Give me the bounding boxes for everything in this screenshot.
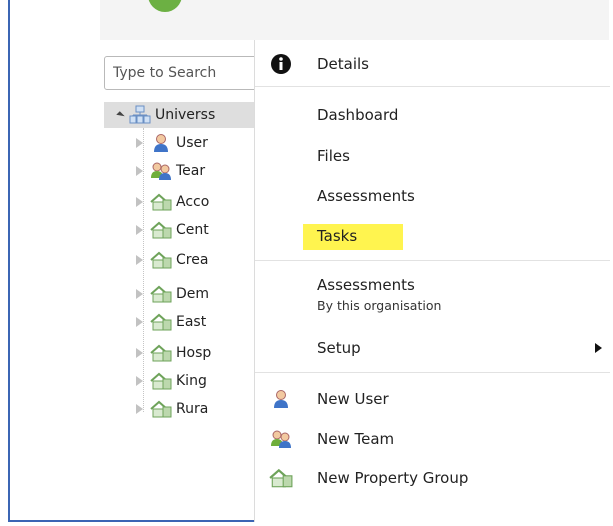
tree-item-label: Acco xyxy=(176,194,210,210)
property-group-icon xyxy=(150,399,172,419)
team-icon xyxy=(269,428,293,450)
menu-item-details[interactable]: Details xyxy=(255,52,610,76)
menu-label: Assessments xyxy=(317,276,415,294)
tree-item-label: King xyxy=(176,373,207,389)
collapse-triangle-icon[interactable] xyxy=(136,225,143,235)
tree-item-property[interactable]: Hosp xyxy=(136,341,211,365)
menu-label: New Team xyxy=(317,430,395,448)
property-group-icon xyxy=(150,220,172,240)
property-group-icon xyxy=(150,343,172,363)
property-group-icon xyxy=(269,467,293,489)
info-icon xyxy=(269,53,293,75)
menu-sublabel: By this organisation xyxy=(317,298,442,313)
tree-item-user[interactable]: User xyxy=(136,131,208,155)
menu-label: Assessments xyxy=(317,187,415,205)
submenu-arrow-icon xyxy=(595,343,602,353)
tree-item-label: Cent xyxy=(176,222,209,238)
menu-label: Dashboard xyxy=(317,106,399,124)
collapse-triangle-icon[interactable] xyxy=(136,289,143,299)
collapse-triangle-icon[interactable] xyxy=(136,317,143,327)
organisation-icon xyxy=(129,105,151,125)
menu-item-setup[interactable]: Setup xyxy=(255,336,610,360)
property-group-icon xyxy=(150,192,172,212)
menu-label: New Property Group xyxy=(317,469,469,487)
menu-label: Setup xyxy=(317,339,361,357)
menu-separator xyxy=(255,260,610,261)
context-menu: Details Dashboard Files Assessments Task… xyxy=(254,40,610,522)
property-group-icon xyxy=(150,284,172,304)
property-group-icon xyxy=(150,371,172,391)
expand-triangle-icon[interactable] xyxy=(116,110,125,120)
search-input[interactable] xyxy=(104,56,264,90)
collapse-triangle-icon[interactable] xyxy=(136,376,143,386)
property-group-icon xyxy=(150,312,172,332)
tree-item-property[interactable]: Acco xyxy=(136,190,209,214)
menu-item-new-property-group[interactable]: New Property Group xyxy=(255,466,610,490)
menu-item-assessments-by-org[interactable]: Assessments By this organisation xyxy=(255,274,610,318)
tree-item-property[interactable]: Crea xyxy=(136,248,208,272)
menu-label: Files xyxy=(317,147,350,165)
menu-label: New User xyxy=(317,390,389,408)
tree-item-team[interactable]: Tear xyxy=(136,159,205,183)
tree-item-label: Dem xyxy=(176,286,210,302)
menu-label: Tasks xyxy=(317,227,358,245)
tree-item-property[interactable]: East xyxy=(136,310,206,334)
menu-item-assessments[interactable]: Assessments xyxy=(255,184,610,208)
collapse-triangle-icon[interactable] xyxy=(136,404,143,414)
collapse-triangle-icon[interactable] xyxy=(136,138,143,148)
tree-item-property[interactable]: King xyxy=(136,369,207,393)
user-icon xyxy=(269,388,293,410)
menu-item-new-user[interactable]: New User xyxy=(255,387,610,411)
tree-item-label: Rura xyxy=(176,401,209,417)
menu-item-dashboard[interactable]: Dashboard xyxy=(255,103,610,127)
menu-item-new-team[interactable]: New Team xyxy=(255,427,610,451)
menu-item-files[interactable]: Files xyxy=(255,144,610,168)
collapse-triangle-icon[interactable] xyxy=(136,255,143,265)
tree-item-label: East xyxy=(176,314,207,330)
collapse-triangle-icon[interactable] xyxy=(136,348,143,358)
menu-item-tasks[interactable]: Tasks xyxy=(255,224,610,248)
tree-item-label: Tear xyxy=(176,163,206,179)
tree-item-label: User xyxy=(176,135,208,151)
tree-root-row[interactable]: Universs xyxy=(116,103,216,127)
user-icon xyxy=(150,133,172,153)
tree-item-property[interactable]: Cent xyxy=(136,218,209,242)
tree-item-label: Hosp xyxy=(176,345,212,361)
menu-label: Details xyxy=(317,55,370,73)
collapse-triangle-icon[interactable] xyxy=(136,166,143,176)
tree-item-property[interactable]: Dem xyxy=(136,282,209,306)
tree-item-property[interactable]: Rura xyxy=(136,397,208,421)
menu-separator xyxy=(255,372,610,373)
menu-separator xyxy=(255,86,610,87)
tree-root-label: Universs xyxy=(155,107,216,123)
collapse-triangle-icon[interactable] xyxy=(136,197,143,207)
team-icon xyxy=(150,161,172,181)
property-group-icon xyxy=(150,250,172,270)
tree-item-label: Crea xyxy=(176,252,209,268)
